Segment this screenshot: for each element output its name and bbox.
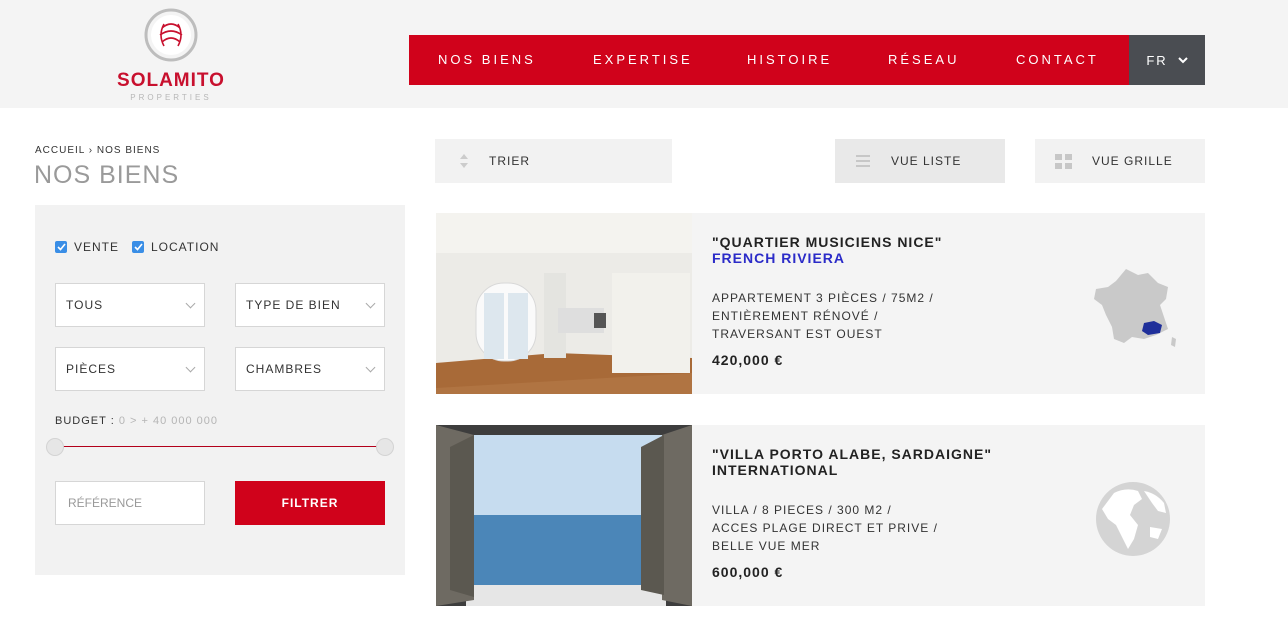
chevron-down-icon	[365, 298, 376, 308]
select-rooms-value: PIÈCES	[66, 362, 117, 376]
breadcrumb-separator: ›	[88, 145, 94, 156]
grid-view-button[interactable]: VUE GRILLE	[1035, 139, 1205, 183]
grid-view-label: VUE GRILLE	[1092, 154, 1173, 168]
select-bedrooms[interactable]: CHAMBRES	[235, 347, 385, 391]
listing-desc-line: TRAVERSANT EST OUEST	[712, 327, 883, 341]
listing-title[interactable]: "VILLA PORTO ALABE, SARDAIGNE"	[712, 446, 992, 462]
listing-desc-line: BELLE VUE MER	[712, 539, 821, 553]
page-title: NOS BIENS	[34, 161, 180, 189]
chevron-down-icon	[365, 362, 376, 372]
listing-desc-line: VILLA / 8 PIECES / 300 M2 /	[712, 503, 892, 517]
listing-desc-line: APPARTEMENT 3 PIÈCES / 75M2 /	[712, 291, 934, 305]
checkbox-vente[interactable]: VENTE	[55, 240, 119, 254]
site-header: SOLAMITO PROPERTIES NOS BIENS EXPERTISE …	[0, 0, 1288, 108]
select-bedrooms-value: CHAMBRES	[246, 362, 323, 376]
globe-icon	[1096, 482, 1170, 556]
select-category[interactable]: TOUS	[55, 283, 205, 327]
logo-emblem-icon	[144, 8, 198, 62]
chevron-down-icon	[185, 362, 196, 372]
brand-logo[interactable]: SOLAMITO PROPERTIES	[110, 8, 232, 102]
grid-icon	[1055, 153, 1072, 169]
checkbox-location[interactable]: LOCATION	[132, 240, 219, 254]
sort-icon	[460, 154, 468, 168]
filter-button[interactable]: FILTRER	[235, 481, 385, 525]
breadcrumb-home[interactable]: ACCUEIL	[35, 145, 85, 156]
listing-desc-line: ENTIÈREMENT RÉNOVÉ /	[712, 309, 879, 323]
list-view-label: VUE LISTE	[891, 154, 962, 168]
select-rooms[interactable]: PIÈCES	[55, 347, 205, 391]
select-property-type-value: TYPE DE BIEN	[246, 298, 341, 312]
listing-price: 420,000 €	[712, 352, 784, 368]
france-map-icon	[1094, 269, 1176, 347]
checkbox-location-label: LOCATION	[151, 240, 220, 254]
filter-panel: VENTE LOCATION TOUS TYPE DE BIEN PIÈCES …	[35, 205, 405, 575]
budget-label: BUDGET : 0 > + 40 000 000	[55, 415, 218, 427]
select-category-value: TOUS	[66, 298, 104, 312]
brand-subtitle: PROPERTIES	[130, 93, 212, 102]
nav-expertise[interactable]: EXPERTISE	[593, 52, 693, 67]
budget-slider-max-handle[interactable]	[376, 438, 394, 456]
brand-name: SOLAMITO	[117, 70, 225, 91]
checkbox-checked-icon[interactable]	[55, 241, 67, 253]
listing-desc-line: ACCES PLAGE DIRECT ET PRIVE /	[712, 521, 938, 535]
chevron-down-icon	[1177, 56, 1188, 63]
listing-card[interactable]: "QUARTIER MUSICIENS NICE" FRENCH RIVIERA…	[436, 213, 1205, 394]
language-label: FR	[1146, 52, 1168, 68]
listing-title[interactable]: "QUARTIER MUSICIENS NICE"	[712, 234, 942, 250]
nav-contact[interactable]: CONTACT	[1016, 52, 1099, 67]
breadcrumb: ACCUEIL › NOS BIENS	[35, 145, 160, 156]
listing-region: FRENCH RIVIERA	[712, 250, 846, 266]
listing-region: INTERNATIONAL	[712, 462, 839, 478]
language-selector[interactable]: FR	[1129, 35, 1205, 85]
checkbox-vente-label: VENTE	[74, 240, 120, 254]
checkbox-checked-icon[interactable]	[132, 241, 144, 253]
budget-slider-min-handle[interactable]	[46, 438, 64, 456]
listing-card[interactable]: "VILLA PORTO ALABE, SARDAIGNE" INTERNATI…	[436, 425, 1205, 606]
reference-input[interactable]	[55, 481, 205, 525]
budget-title: BUDGET :	[55, 415, 115, 427]
nav-nos-biens[interactable]: NOS BIENS	[438, 52, 536, 67]
breadcrumb-current: NOS BIENS	[96, 145, 161, 156]
listing-description: APPARTEMENT 3 PIÈCES / 75M2 / ENTIÈREMEN…	[712, 289, 934, 343]
chevron-down-icon	[185, 298, 196, 308]
main-nav: NOS BIENS EXPERTISE HISTOIRE RÉSEAU CONT…	[409, 35, 1129, 85]
nav-reseau[interactable]: RÉSEAU	[888, 52, 959, 67]
listing-price: 600,000 €	[712, 564, 784, 580]
listing-photo[interactable]	[436, 425, 692, 606]
select-property-type[interactable]: TYPE DE BIEN	[235, 283, 385, 327]
budget-range: 0 > + 40 000 000	[118, 415, 219, 427]
list-view-button[interactable]: VUE LISTE	[835, 139, 1005, 183]
sort-label: TRIER	[489, 154, 530, 168]
budget-slider-track[interactable]	[55, 446, 385, 447]
sort-button[interactable]: TRIER	[435, 139, 672, 183]
nav-histoire[interactable]: HISTOIRE	[747, 52, 832, 67]
listing-photo[interactable]	[436, 213, 692, 394]
listing-description: VILLA / 8 PIECES / 300 M2 / ACCES PLAGE …	[712, 501, 938, 555]
list-icon	[856, 155, 870, 167]
